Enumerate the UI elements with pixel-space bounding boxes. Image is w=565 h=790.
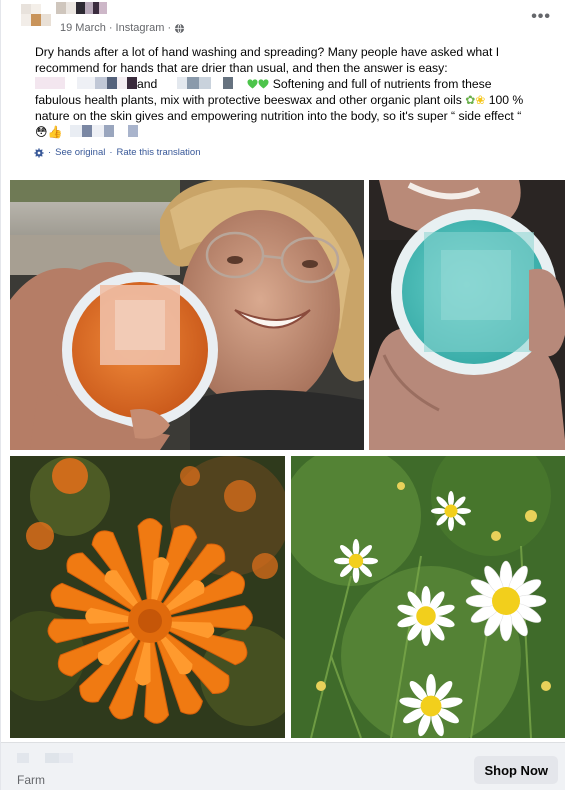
blossom-icon: ❀: [475, 93, 486, 107]
photo-woman-holding-salve[interactable]: [10, 180, 364, 450]
redacted-text: [103, 125, 114, 137]
rate-translation-link[interactable]: Rate this translation: [117, 147, 201, 158]
redacted-text: [95, 77, 107, 89]
green-heart-icon: [247, 77, 258, 89]
more-options-button[interactable]: •••: [531, 8, 551, 26]
redacted-text: [187, 77, 200, 89]
post-text-fragment: 100 %: [485, 93, 524, 107]
photo-hand-holding-salve[interactable]: [369, 180, 565, 450]
and-word: and: [137, 77, 158, 91]
flushed-face-icon: 😳👍: [35, 125, 63, 139]
post-card: 19 March · Instagram · ••• Dry hands aft…: [0, 0, 565, 790]
post-text-line: 😳👍: [35, 124, 547, 140]
separator: ·: [109, 147, 113, 158]
green-heart-icon: [258, 77, 269, 89]
redacted-text: [199, 77, 212, 89]
post-text-line: and Softening and full of nutrients from…: [35, 76, 547, 92]
photo-calendula-flower[interactable]: [10, 456, 285, 738]
redacted-text: [177, 77, 188, 89]
separator: ·: [48, 147, 52, 158]
redacted-text: [233, 77, 248, 89]
seedling-icon: ✿: [465, 93, 476, 107]
meta-separator: ·: [108, 22, 113, 34]
post-text-line: nature on the skin gives and empowering …: [35, 109, 522, 123]
redacted-text: [211, 77, 224, 89]
post-text-line: Dry hands after a lot of hand washing an…: [35, 45, 500, 59]
post-text-line: fabulous health plants, mix with protect…: [35, 92, 547, 108]
shop-now-button[interactable]: Shop Now: [474, 756, 558, 784]
redacted-text: [117, 77, 127, 89]
advertiser-category: Farm: [17, 773, 45, 787]
post-meta: 19 March · Instagram ·: [60, 22, 185, 34]
see-original-link[interactable]: See original: [55, 147, 105, 158]
post-text-fragment: fabulous health plants, mix with protect…: [35, 93, 466, 107]
redacted-text: [157, 77, 178, 89]
meta-separator: ·: [167, 22, 172, 34]
redacted-text: [65, 77, 77, 89]
translation-bar: · See original · Rate this translation: [34, 147, 200, 158]
globe-icon: [174, 23, 185, 34]
advertiser-name: [17, 753, 77, 763]
redacted-text: [81, 125, 92, 137]
redacted-text: [69, 125, 82, 137]
redacted-text: [91, 125, 104, 137]
ad-footer: Farm Shop Now: [1, 742, 565, 790]
redacted-text: [127, 125, 138, 137]
photo-chamomile-flowers[interactable]: [291, 456, 565, 738]
redacted-text: [223, 77, 234, 89]
post-text: Dry hands after a lot of hand washing an…: [35, 44, 547, 140]
post-date[interactable]: 19 March: [60, 22, 106, 34]
redacted-text: [127, 77, 137, 89]
post-text-fragment: Softening and full of nutrients from the…: [269, 77, 492, 91]
post-text-line: recommend for hands that are drier than …: [35, 61, 448, 75]
gear-icon: [34, 147, 44, 158]
redacted-text: [113, 125, 128, 137]
avatar[interactable]: [21, 4, 51, 26]
redacted-text: [77, 77, 95, 89]
post-source: Instagram: [115, 22, 165, 34]
redacted-text: [107, 77, 117, 89]
redacted-text: [35, 77, 65, 89]
page-name[interactable]: [56, 2, 108, 14]
